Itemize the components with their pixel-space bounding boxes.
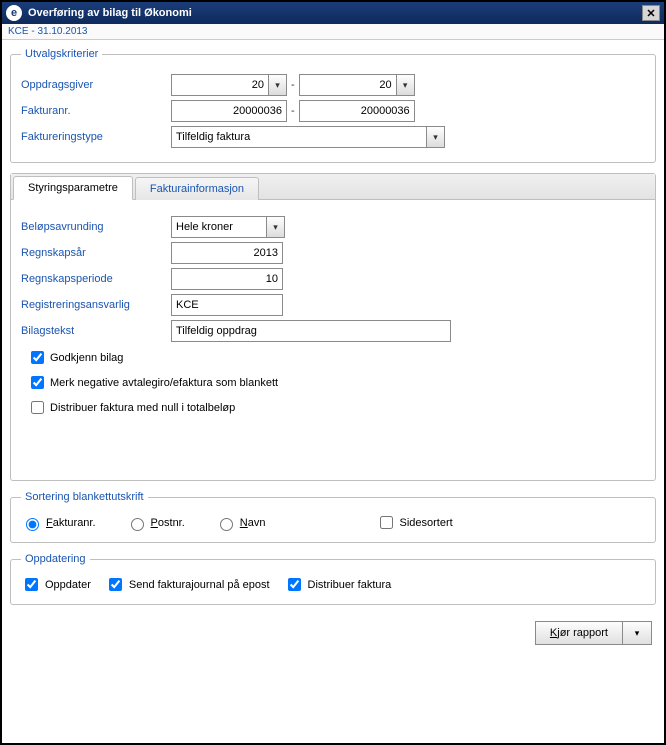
kjor-rapport-label: jør rapport [557,627,608,639]
sort-fakturanr-input[interactable] [26,518,39,531]
range-dash: - [291,79,295,91]
bilagstekst-label: Bilagstekst [21,325,171,337]
fakturanr-from-input[interactable] [171,100,287,122]
distribuer-faktura-check-wrap[interactable]: Distribuer faktura [284,575,392,594]
merk-negative-label: Merk negative avtalegiro/efaktura som bl… [50,377,278,389]
regnskapsperiode-input[interactable] [171,268,283,290]
sort-navn-radio[interactable]: Navn [215,515,266,531]
oppdragsgiver-to-input[interactable] [299,74,397,96]
sub-header: KCE - 31.10.2013 [2,24,664,40]
sidesortert-label: Sidesortert [400,517,453,529]
oppdater-check-wrap[interactable]: Oppdater [21,575,91,594]
sort-postnr-input[interactable] [131,518,144,531]
sort-postnr-label: ostnr. [158,517,185,529]
faktureringstype-dropdown-icon[interactable]: ▾ [427,126,445,148]
sort-fakturanr-radio[interactable]: Fakturanr. [21,515,96,531]
utvalgskriterier-group: Utvalgskriterier Oppdragsgiver ▾ - ▾ Fak… [10,48,656,163]
oppdragsgiver-to-dropdown-icon[interactable]: ▾ [397,74,415,96]
tab-fakturainformasjon[interactable]: Fakturainformasjon [135,177,259,200]
sidesortert-checkbox[interactable] [380,516,393,529]
sort-postnr-radio[interactable]: Postnr. [126,515,185,531]
sortering-group: Sortering blankettutskrift Fakturanr. Po… [10,491,656,543]
regnskapsar-input[interactable] [171,242,283,264]
sort-navn-label: avn [248,517,266,529]
tab-styringsparametre[interactable]: Styringsparametre [13,176,133,200]
belopsavrunding-label: Beløpsavrunding [21,221,171,233]
bilagstekst-input[interactable] [171,320,451,342]
regnskapsar-label: Regnskapsår [21,247,171,259]
app-icon: e [6,5,22,21]
range-dash: - [291,105,295,117]
oppdragsgiver-label: Oppdragsgiver [21,79,171,91]
tabs-container: Styringsparametre Fakturainformasjon Bel… [10,173,656,481]
oppdragsgiver-from-dropdown-icon[interactable]: ▾ [269,74,287,96]
close-icon[interactable]: ✕ [642,5,660,21]
belopsavrunding-select[interactable] [171,216,267,238]
kjor-rapport-dropdown-icon[interactable]: ▾ [623,621,652,645]
distribuer-faktura-label: Distribuer faktura [308,579,392,591]
godkjenn-bilag-label: Godkjenn bilag [50,352,123,364]
kjor-rapport-button[interactable]: Kjør rapport [535,621,623,645]
sortering-legend: Sortering blankettutskrift [21,491,148,503]
window-title: Overføring av bilag til Økonomi [28,7,192,19]
send-epost-label: Send fakturajournal på epost [129,579,270,591]
godkjenn-bilag-checkbox[interactable] [31,351,44,364]
oppdater-checkbox[interactable] [25,578,38,591]
send-epost-check-wrap[interactable]: Send fakturajournal på epost [105,575,270,594]
distribuer-null-checkbox[interactable] [31,401,44,414]
faktureringstype-label: Faktureringstype [21,131,171,143]
registreringsansvarlig-label: Registreringsansvarlig [21,299,171,311]
send-epost-checkbox[interactable] [109,578,122,591]
oppdater-label: Oppdater [45,579,91,591]
fakturanr-label: Fakturanr. [21,105,171,117]
fakturanr-to-input[interactable] [299,100,415,122]
regnskapsperiode-label: Regnskapsperiode [21,273,171,285]
oppdragsgiver-from-input[interactable] [171,74,269,96]
tab-strip: Styringsparametre Fakturainformasjon [11,174,655,200]
registreringsansvarlig-input[interactable] [171,294,283,316]
belopsavrunding-dropdown-icon[interactable]: ▾ [267,216,285,238]
title-bar: e Overføring av bilag til Økonomi ✕ [2,2,664,24]
utvalgskriterier-legend: Utvalgskriterier [21,48,102,60]
oppdatering-group: Oppdatering Oppdater Send fakturajournal… [10,553,656,605]
tab-body: Beløpsavrunding ▾ Regnskapsår Regnskapsp… [11,200,655,480]
merk-negative-checkbox[interactable] [31,376,44,389]
distribuer-null-label: Distribuer faktura med null i totalbeløp [50,402,235,414]
sort-fakturanr-label: akturanr. [53,517,96,529]
oppdatering-legend: Oppdatering [21,553,90,565]
distribuer-faktura-checkbox[interactable] [288,578,301,591]
sort-navn-input[interactable] [220,518,233,531]
faktureringstype-select[interactable] [171,126,427,148]
sidesortert-checkbox-wrap[interactable]: Sidesortert [376,513,453,532]
